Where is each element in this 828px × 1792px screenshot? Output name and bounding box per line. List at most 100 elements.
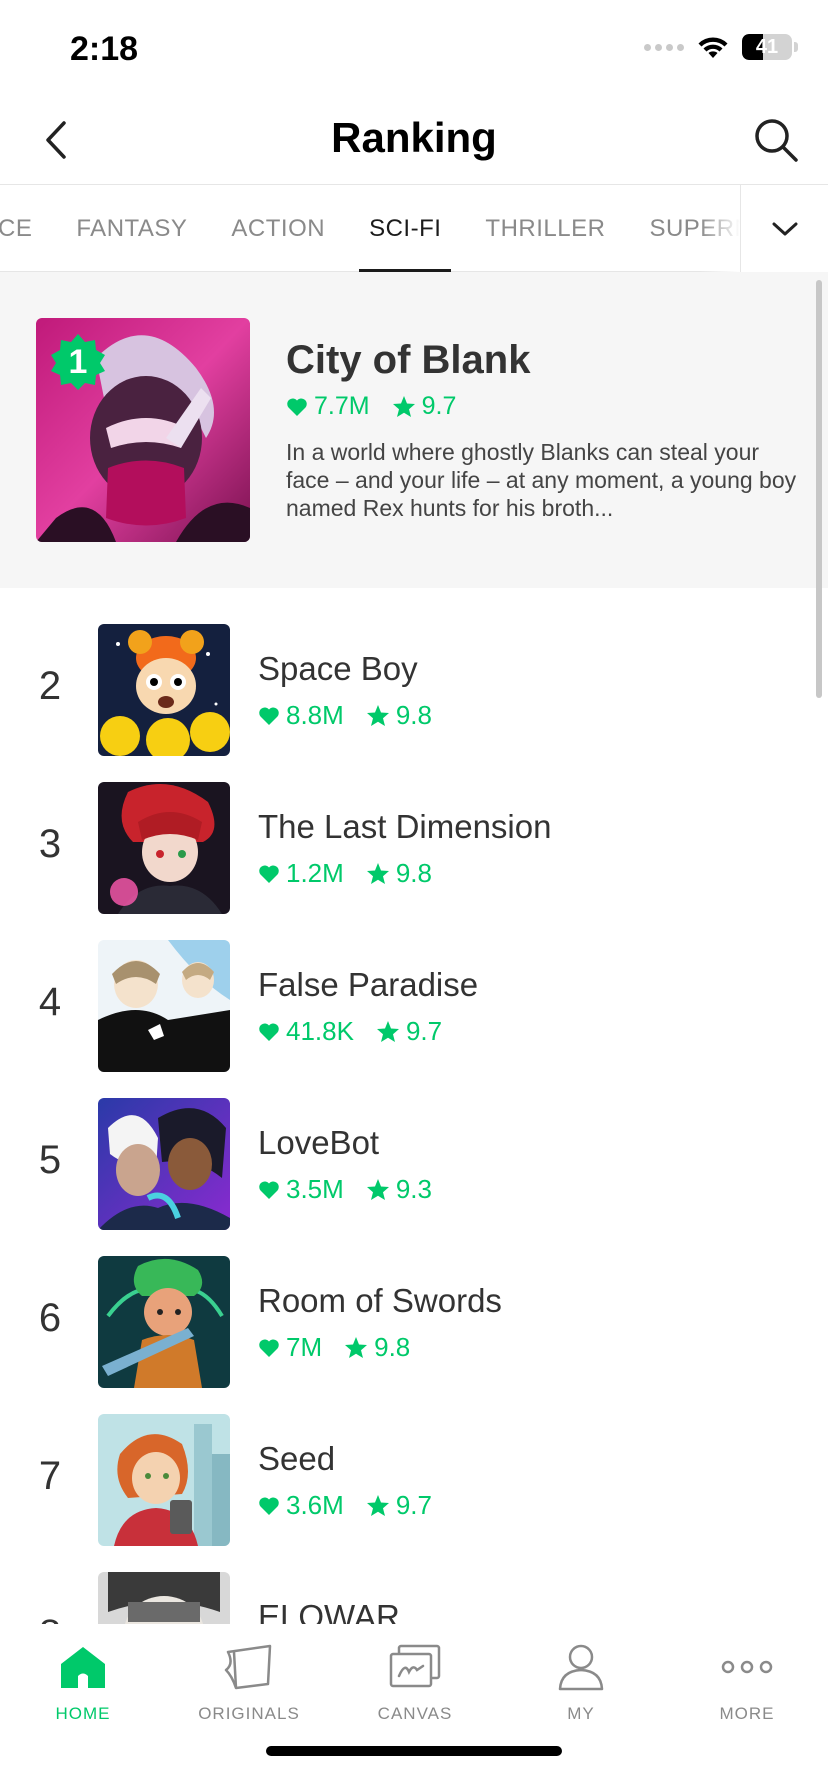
comic-stats: 3.5M 9.3 — [258, 1174, 454, 1205]
ranking-row[interactable]: 2 Space Boy 8.8M 9.8 — [0, 624, 828, 756]
person-icon — [558, 1644, 604, 1691]
heart-icon — [259, 864, 279, 883]
heart-icon — [287, 397, 307, 416]
search-button[interactable] — [750, 114, 802, 166]
star-icon — [366, 1495, 389, 1516]
likes-stat: 7.7M — [286, 392, 370, 421]
ranking-row[interactable]: 6 Room of Swords 7M 9.8 — [0, 1256, 828, 1388]
likes-stat: 8.8M — [258, 700, 344, 731]
rank-number: 3 — [38, 822, 62, 866]
nav-more-label: MORE — [719, 1704, 775, 1723]
rating-value: 9.3 — [395, 1174, 432, 1204]
featured-ranking-card[interactable]: 1 City of Blank 7.7M 9.7 In a world wher… — [0, 272, 828, 588]
genre-tabs-scroll[interactable]: CE FANTASY ACTION SCI-FI THRILLER SUPERN… — [0, 185, 740, 273]
thumbnail — [98, 1572, 230, 1624]
comic-title: Space Boy — [258, 650, 418, 687]
ranking-row[interactable]: 4 False Paradise 41.8K 9.7 — [0, 940, 828, 1072]
nav-canvas[interactable]: CANVAS — [332, 1624, 498, 1734]
rating-stat: 9.7 — [392, 392, 457, 421]
ranking-list[interactable]: 2 Space Boy 8.8M 9.8 3 The Last Dimensio… — [0, 588, 828, 1624]
rank-number: 5 — [38, 1138, 62, 1182]
rating-value: 9.7 — [395, 1490, 432, 1520]
likes-stat: 3.6M — [258, 1490, 344, 1521]
nav-my-label: MY — [567, 1704, 595, 1723]
nav-originals-label: ORIGINALS — [198, 1704, 300, 1723]
battery-percent: 41 — [755, 36, 779, 58]
likes-count: 3.5M — [286, 1174, 344, 1204]
ranking-row[interactable]: 3 The Last Dimension 1.2M 9.8 — [0, 782, 828, 914]
comic-stats: 7M 9.8 — [258, 1332, 432, 1363]
genre-tabs: CE FANTASY ACTION SCI-FI THRILLER SUPERN… — [0, 184, 828, 273]
thumbnail — [98, 782, 230, 914]
tab-label: FANTASY — [76, 215, 188, 242]
rating-stat: 9.7 — [366, 1490, 432, 1521]
nav-originals[interactable]: ORIGINALS — [166, 1624, 332, 1734]
nav-home[interactable]: HOME — [0, 1624, 166, 1734]
rank-number: 6 — [38, 1296, 62, 1340]
nav-my[interactable]: MY — [498, 1624, 664, 1734]
rating-stat: 9.3 — [366, 1174, 432, 1205]
rating-value: 9.8 — [395, 700, 432, 730]
comic-title: ELOWAR — [258, 1598, 400, 1624]
thumbnail — [98, 1414, 230, 1546]
rank-badge: 1 — [48, 332, 108, 392]
rating-value: 9.8 — [395, 858, 432, 888]
rating-stat: 9.8 — [366, 700, 432, 731]
tab-label: SCI-FI — [369, 215, 442, 242]
scrollbar[interactable] — [816, 280, 822, 698]
thumbnail — [98, 624, 230, 756]
comic-title: Seed — [258, 1440, 336, 1477]
ranking-row[interactable]: 5 LoveBot 3.5M 9.3 — [0, 1098, 828, 1230]
tab-fantasy[interactable]: FANTASY — [54, 185, 209, 273]
likes-count: 8.8M — [286, 700, 344, 730]
home-indicator[interactable] — [266, 1746, 562, 1756]
tab-action[interactable]: ACTION — [209, 185, 347, 273]
home-icon — [61, 1647, 105, 1688]
battery-cap — [794, 42, 798, 52]
tab-thriller[interactable]: THRILLER — [463, 185, 627, 273]
comic-stats: 1.2M 9.8 — [258, 858, 454, 889]
comic-title: The Last Dimension — [258, 808, 552, 845]
rating-value: 9.7 — [421, 392, 457, 420]
rank-number: 8 — [28, 1612, 72, 1624]
status-bar: 2:18 41 — [0, 0, 828, 96]
likes-stat: 1.2M — [258, 858, 344, 889]
star-icon — [345, 1337, 368, 1358]
likes-stat: 3.5M — [258, 1174, 344, 1205]
comic-title: LoveBot — [258, 1124, 380, 1161]
comic-stats: 3.6M 9.7 — [258, 1490, 454, 1521]
featured-description: In a world where ghostly Blanks can stea… — [286, 439, 797, 521]
ranking-row[interactable]: 8 ELOWAR — [0, 1572, 828, 1624]
tab-romance[interactable]: CE — [0, 185, 54, 273]
likes-count: 7M — [286, 1332, 323, 1362]
nav-more[interactable]: MORE — [664, 1624, 828, 1734]
ranking-row[interactable]: 7 Seed 3.6M 9.7 — [0, 1414, 828, 1546]
heart-icon — [259, 1338, 279, 1357]
thumbnail — [98, 940, 230, 1072]
bottom-navigation: HOME ORIGINALS CANVAS MY MORE — [0, 1624, 828, 1792]
featured-cover-image: 1 — [36, 318, 250, 542]
likes-count: 41.8K — [286, 1016, 354, 1046]
comic-title: Room of Swords — [258, 1282, 502, 1319]
star-icon — [376, 1021, 399, 1042]
rank-number: 2 — [38, 664, 62, 708]
genre-dropdown-button[interactable] — [740, 185, 828, 273]
featured-stats: 7.7M 9.7 — [286, 392, 478, 421]
wifi-icon — [698, 37, 728, 58]
tab-sci-fi[interactable]: SCI-FI — [347, 185, 463, 273]
status-icons: 41 — [644, 34, 798, 60]
star-icon — [392, 396, 415, 417]
tab-label: ACTION — [231, 215, 326, 242]
chevron-down-icon — [772, 222, 797, 236]
nav-canvas-label: CANVAS — [377, 1704, 453, 1723]
rank-badge-number: 1 — [68, 343, 88, 381]
rating-stat: 9.8 — [366, 858, 432, 889]
rank-number: 7 — [38, 1454, 62, 1498]
comic-title: False Paradise — [258, 966, 479, 1003]
featured-title: City of Blank — [286, 338, 531, 382]
rating-value: 9.8 — [374, 1332, 411, 1362]
rating-value: 9.7 — [405, 1016, 443, 1046]
star-icon — [366, 705, 389, 726]
genre-tabs-track: CE FANTASY ACTION SCI-FI THRILLER SUPERN… — [0, 185, 740, 273]
rank-number: 4 — [38, 980, 62, 1024]
